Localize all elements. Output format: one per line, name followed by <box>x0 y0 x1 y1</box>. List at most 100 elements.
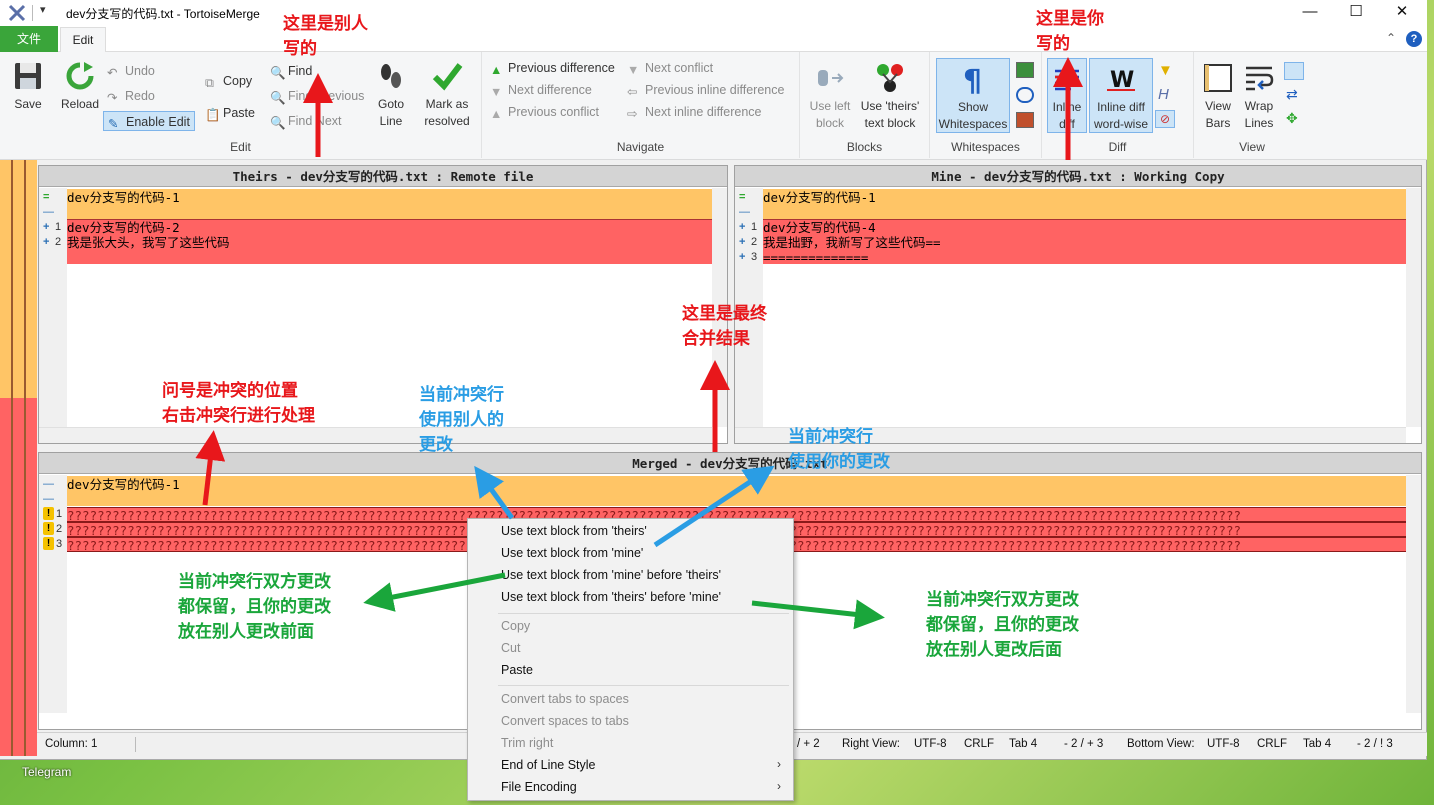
swap-icon[interactable]: ⇄ <box>1286 86 1298 103</box>
maximize-button[interactable]: ☐ <box>1333 0 1379 26</box>
mine-pane[interactable]: Mine - dev分支写的代码.txt : Working Copy = de… <box>734 165 1422 444</box>
next-difference-button[interactable]: ▼ Next difference <box>490 80 592 100</box>
redo-icon: ↷ <box>107 91 118 105</box>
merged-vertical-scrollbar[interactable] <box>1406 475 1421 713</box>
menu-cut[interactable]: Cut <box>501 637 520 659</box>
menu-convert-spaces[interactable]: Convert spaces to tabs <box>501 710 629 732</box>
menu-file-encoding[interactable]: File Encoding <box>501 776 577 798</box>
theirs-pane[interactable]: Theirs - dev分支写的代码.txt : Remote file = d… <box>38 165 728 444</box>
location-bar[interactable] <box>0 160 37 756</box>
find-button[interactable]: 🔍 Find <box>270 61 312 81</box>
left-arrow-icon: ⇦ <box>627 85 638 99</box>
save-button[interactable]: Save <box>6 60 50 113</box>
menu-use-mine-before-theirs[interactable]: Use text block from 'mine' before 'their… <box>501 564 721 586</box>
telegram-desktop-icon-label[interactable]: Telegram <box>22 765 71 779</box>
menu-convert-tabs[interactable]: Convert tabs to spaces <box>501 688 629 710</box>
paste-icon: 📋 <box>205 108 221 122</box>
redo-button[interactable]: ↷ Redo <box>107 86 155 106</box>
use-theirs-block-button[interactable]: Use 'theirs' text block <box>855 62 925 132</box>
mine-vertical-scrollbar[interactable] <box>1406 188 1421 427</box>
line-number: 2 <box>56 523 63 535</box>
status-right-counts: - 2 / + 3 <box>1064 738 1104 750</box>
menu-separator <box>498 613 789 614</box>
menu-trim-right[interactable]: Trim right <box>501 732 553 754</box>
quick-access-dropdown-icon[interactable]: ▾ <box>40 3 46 16</box>
next-inline-difference-button[interactable]: ⇨ Next inline difference <box>627 102 762 122</box>
code-line[interactable]: dev分支写的代码-4 <box>763 220 1406 235</box>
line-number: 1 <box>751 221 758 233</box>
minimize-button[interactable]: — <box>1287 0 1333 26</box>
filter-icon[interactable]: ▼ <box>1158 62 1173 79</box>
find-next-button[interactable]: 🔍 Find Next <box>270 111 342 131</box>
menu-end-of-line-style[interactable]: End of Line Style <box>501 754 596 776</box>
code-line[interactable]: dev分支写的代码-1 <box>67 477 1406 492</box>
status-bottom-eol[interactable]: CRLF <box>1257 733 1287 755</box>
copy-button[interactable]: ⧉ Copy <box>205 71 252 91</box>
help-icon[interactable]: ? <box>1406 31 1422 47</box>
window-title: dev分支写的代码.txt - TortoiseMerge <box>66 7 260 21</box>
reload-button[interactable]: Reload <box>56 60 104 113</box>
view-bars-button[interactable]: View Bars <box>1198 62 1238 132</box>
code-line[interactable]: dev分支写的代码-1 <box>67 190 712 205</box>
status-right-encoding[interactable]: UTF-8 <box>914 733 947 755</box>
close-button[interactable]: ✕ <box>1379 0 1425 26</box>
whitespace-option-icon[interactable] <box>1016 87 1034 103</box>
code-line[interactable]: 我是拙野，我新写了这些代码== <box>763 235 1406 250</box>
whitespace-option-icon[interactable] <box>1016 62 1034 78</box>
ignore-case-icon[interactable]: H <box>1158 86 1169 103</box>
layout-icon[interactable] <box>1284 62 1304 80</box>
status-right-tab[interactable]: Tab 4 <box>1009 733 1037 755</box>
annotation-line: 都保留，且你的更改 <box>178 597 331 617</box>
reload-icon <box>66 62 94 90</box>
show-whitespaces-button[interactable]: ¶ Show Whitespaces <box>936 58 1010 133</box>
mark-resolved-button[interactable]: Mark as resolved <box>418 60 476 130</box>
wrap-lines-button[interactable]: Wrap Lines <box>1238 62 1280 132</box>
status-bottom-encoding[interactable]: UTF-8 <box>1207 733 1240 755</box>
status-bottom-tab[interactable]: Tab 4 <box>1303 733 1331 755</box>
previous-difference-label: Previous difference <box>508 61 615 75</box>
inline-diff-button[interactable]: Inline diff <box>1047 58 1087 133</box>
menu-use-mine[interactable]: Use text block from 'mine' <box>501 542 643 564</box>
whitespace-option-icon[interactable] <box>1016 112 1034 128</box>
previous-difference-button[interactable]: ▲ Previous difference <box>490 58 615 78</box>
menu-use-theirs-before-mine[interactable]: Use text block from 'theirs' before 'min… <box>501 586 721 608</box>
ignore-line-endings-icon[interactable]: ⊘ <box>1155 110 1175 128</box>
code-line[interactable]: dev分支写的代码-1 <box>763 190 1406 205</box>
next-conflict-button[interactable]: ▼ Next conflict <box>627 58 713 78</box>
code-line[interactable]: ============== <box>763 250 1406 265</box>
menu-copy[interactable]: Copy <box>501 615 530 637</box>
use-left-block-button[interactable]: Use left block <box>804 62 856 132</box>
menu-use-theirs[interactable]: Use text block from 'theirs' <box>501 520 647 542</box>
previous-conflict-button[interactable]: ▲ Previous conflict <box>490 102 599 122</box>
collapse-ribbon-icon[interactable]: ⌃ <box>1386 31 1396 45</box>
theirs-horizontal-scrollbar[interactable] <box>39 427 712 443</box>
wrap-lines-label: Wrap Lines <box>1244 99 1274 130</box>
status-bottom-view-label: Bottom View: <box>1127 738 1195 750</box>
enable-edit-button[interactable]: ✎ Enable Edit <box>103 111 195 131</box>
code-line[interactable]: 我是张大头，我写了这些代码 <box>67 235 712 250</box>
ribbon-tab-bar: 文件 Edit ⌃ ? <box>0 26 1427 53</box>
ribbon: Save Reload ↶ Undo ↷ Redo ✎ Enable Edit ⧉ Co… <box>0 52 1427 160</box>
whitespaces-group-label: Whitespaces <box>951 140 1020 154</box>
app-icon[interactable] <box>8 4 26 22</box>
annotation-line: 合并结果 <box>682 329 750 349</box>
tab-edit[interactable]: Edit <box>60 27 106 53</box>
menu-paste[interactable]: Paste <box>501 659 533 681</box>
status-right-eol[interactable]: CRLF <box>964 733 994 755</box>
previous-inline-difference-button[interactable]: ⇦ Previous inline difference <box>627 80 784 100</box>
collapse-icon[interactable]: ✥ <box>1286 110 1298 127</box>
goto-line-button[interactable]: Goto Line <box>372 60 410 130</box>
enable-edit-label: Enable Edit <box>126 115 190 129</box>
annotation-line: 右击冲突行进行处理 <box>162 406 315 426</box>
line-marker: — <box>43 493 54 505</box>
annotation-use-yours: 当前冲突行 使用你的更改 <box>788 425 890 475</box>
find-previous-button[interactable]: 🔍 Find Previous <box>270 86 364 106</box>
redo-label: Redo <box>125 89 155 103</box>
code-line[interactable]: dev分支写的代码-2 <box>67 220 712 235</box>
tab-file[interactable]: 文件 <box>0 26 58 52</box>
inline-diff-word-wise-button[interactable]: W Inline diff word-wise <box>1089 58 1153 133</box>
inline-diff-label: Inline diff <box>1052 100 1082 131</box>
paste-button[interactable]: 📋 Paste <box>205 103 255 123</box>
annotation-line: 写的 <box>283 39 317 59</box>
undo-button[interactable]: ↶ Undo <box>107 61 155 81</box>
